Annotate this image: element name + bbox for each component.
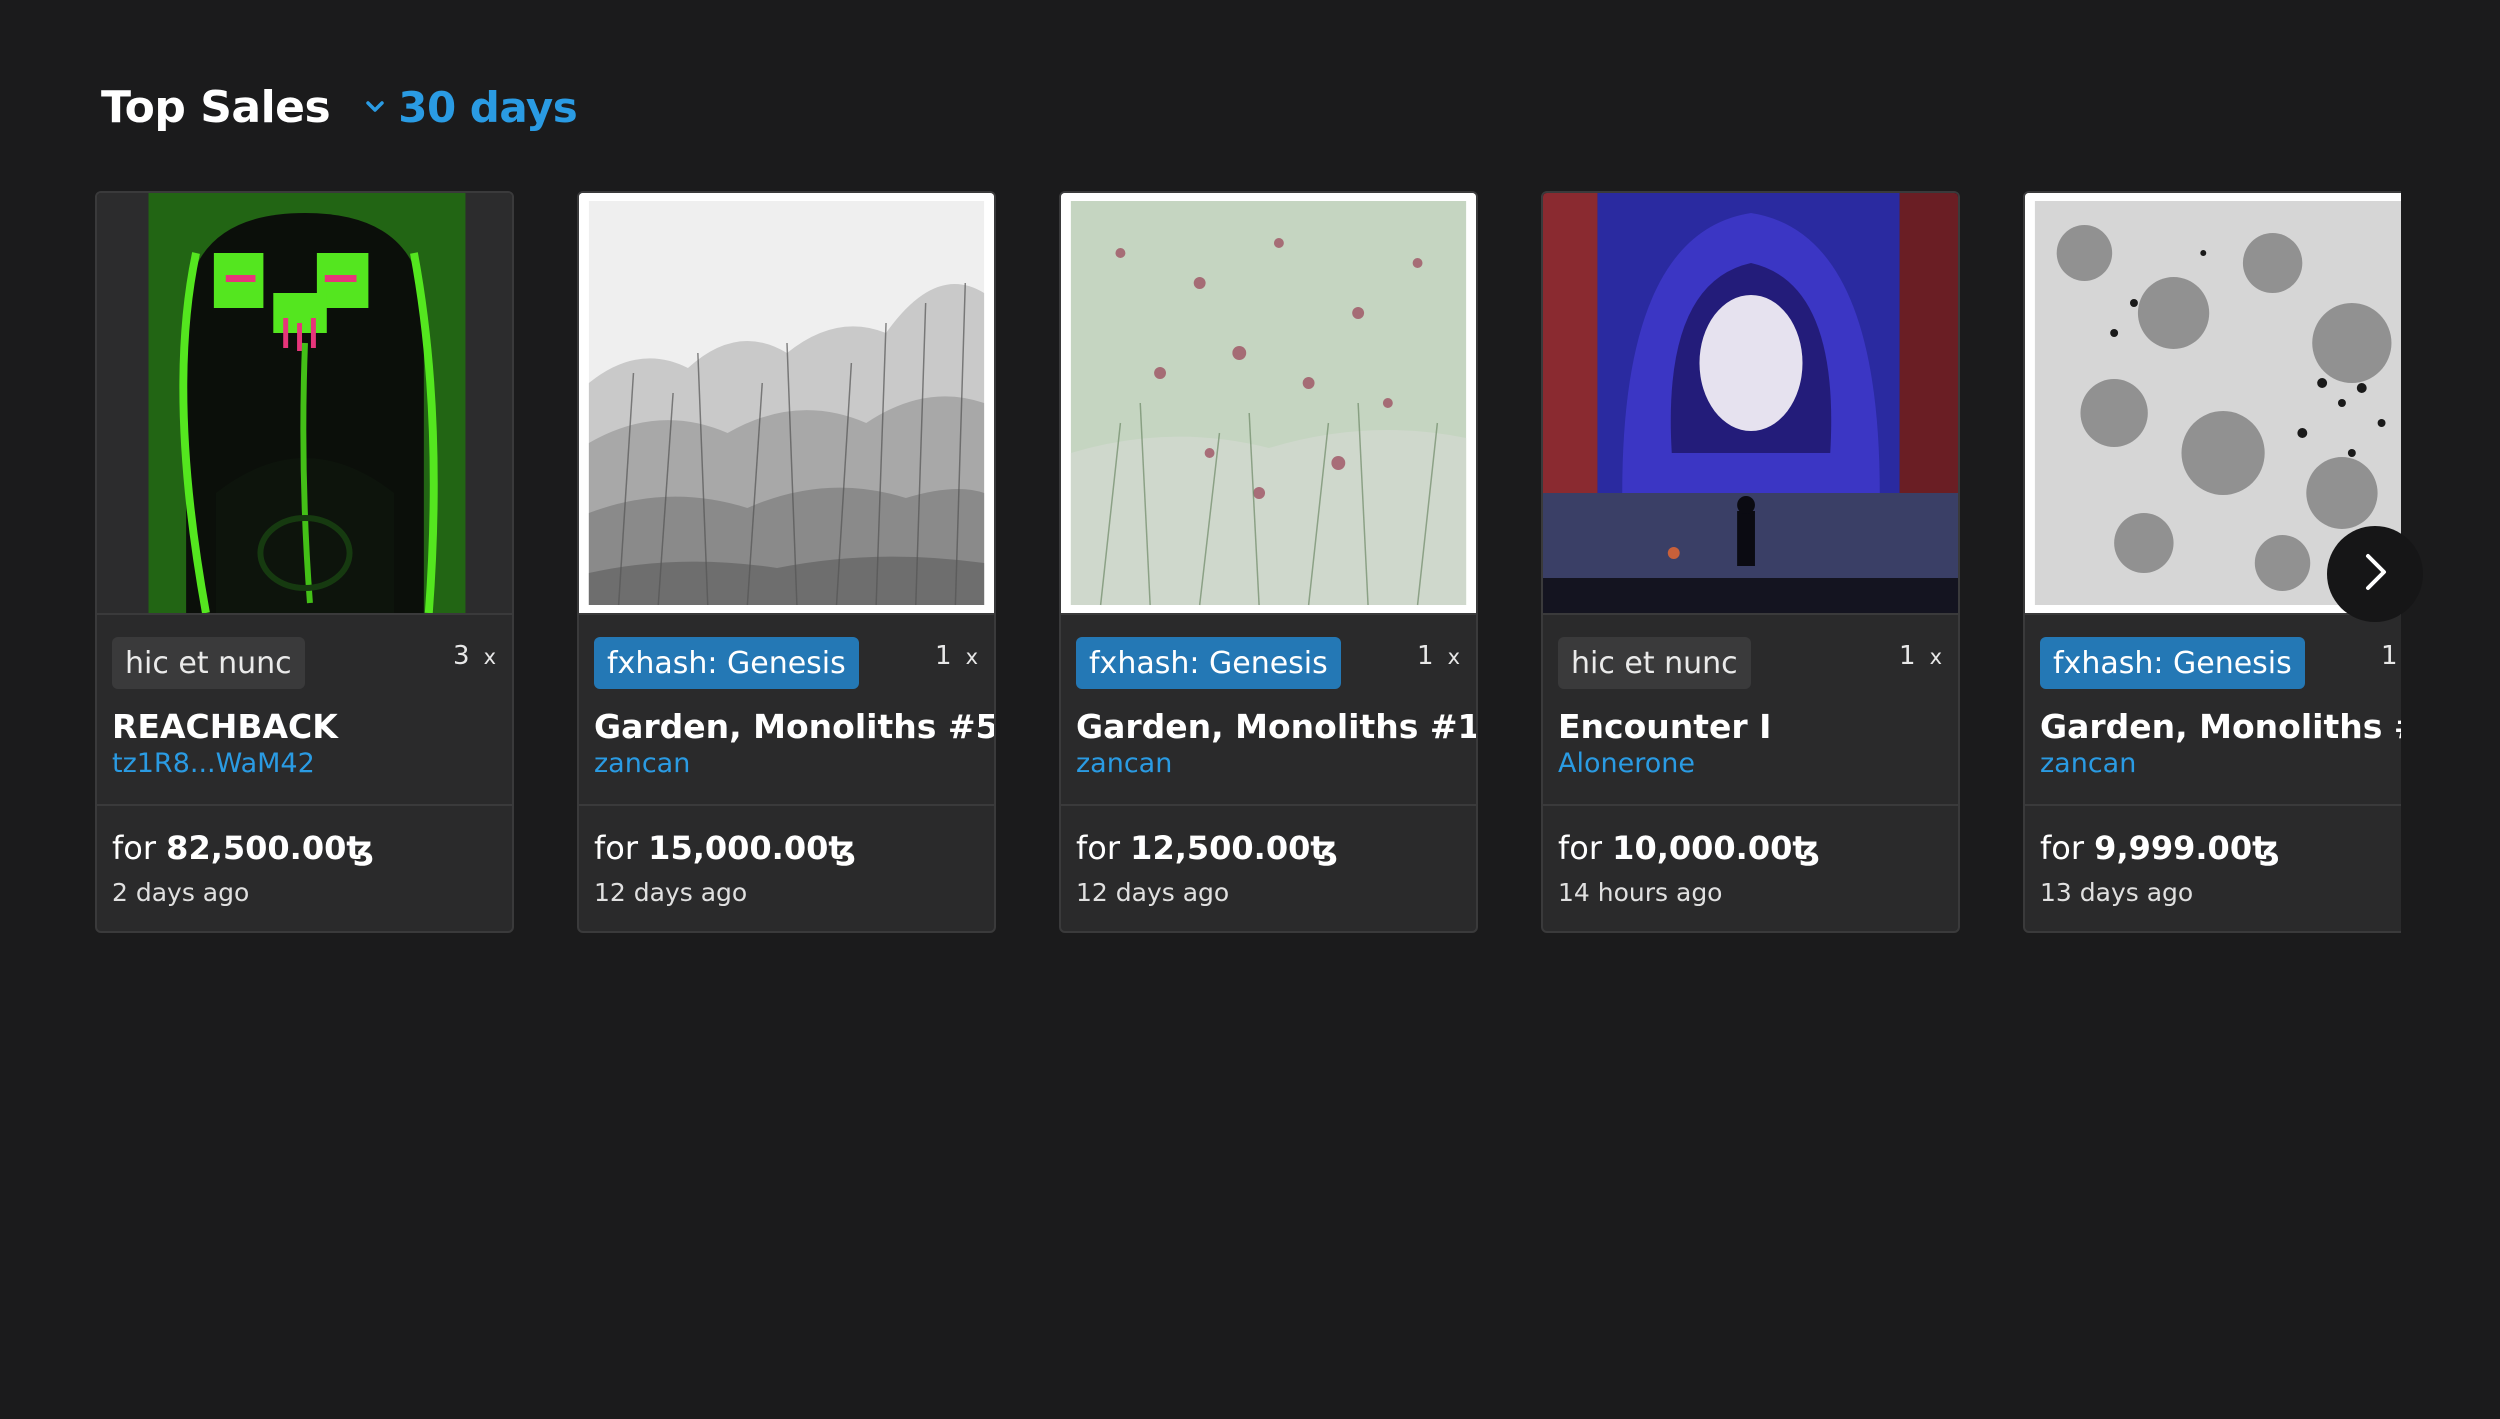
quantity-value: 1 — [1417, 641, 1434, 671]
quantity-suffix: x — [1447, 645, 1460, 669]
card-divider — [2025, 613, 2401, 615]
tez-currency-icon: ꜩ — [1310, 829, 1338, 867]
card-divider — [579, 804, 994, 806]
price-value: 10,000.00 — [1612, 829, 1793, 867]
price-prefix: for — [112, 829, 156, 867]
quantity-value: 1 — [1899, 641, 1916, 671]
edition-quantity: 1x — [1417, 641, 1460, 671]
price-prefix: for — [1558, 829, 1602, 867]
card-divider — [1543, 804, 1958, 806]
marketplace-tag[interactable]: fxhash: Genesis — [2040, 637, 2305, 689]
price-value: 9,999.00 — [2094, 829, 2253, 867]
sale-price: for 10,000.00ꜩ — [1558, 829, 1820, 867]
card-divider — [1543, 613, 1958, 615]
price-value: 82,500.00 — [166, 829, 347, 867]
quantity-suffix: x — [483, 645, 496, 669]
chevron-down-icon — [364, 96, 386, 118]
card-divider — [2025, 804, 2401, 806]
artist-link[interactable]: zancan — [1076, 748, 1172, 779]
card-divider — [97, 804, 512, 806]
top-sales-header: Top Sales 30 days — [101, 72, 578, 142]
edition-quantity: 1x — [935, 641, 978, 671]
sale-price: for 15,000.00ꜩ — [594, 829, 856, 867]
sale-card[interactable]: fxhash: Genesis 1x Garden, Monoliths #19… — [1059, 191, 1478, 933]
card-divider — [97, 613, 512, 615]
artist-link[interactable]: zancan — [594, 748, 690, 779]
quantity-value: 1 — [935, 641, 952, 671]
edition-quantity: 1x — [1899, 641, 1942, 671]
artist-link[interactable]: zancan — [2040, 748, 2136, 779]
edition-quantity: 3x — [453, 641, 496, 671]
sales-carousel: hic et nunc 3x REACHBACK tz1R8...WaM42 f… — [95, 191, 2401, 937]
quantity-suffix: x — [965, 645, 978, 669]
marketplace-tag[interactable]: fxhash: Genesis — [1076, 637, 1341, 689]
edition-quantity: 1x — [2381, 641, 2401, 671]
sale-time: 12 days ago — [1076, 878, 1230, 907]
marketplace-tag[interactable]: fxhash: Genesis — [594, 637, 859, 689]
sale-price: for 12,500.00ꜩ — [1076, 829, 1338, 867]
marketplace-tag[interactable]: hic et nunc — [1558, 637, 1751, 689]
period-selector[interactable]: 30 days — [364, 82, 578, 132]
card-divider — [1061, 613, 1476, 615]
period-label: 30 days — [398, 82, 578, 132]
artist-link[interactable]: tz1R8...WaM42 — [112, 748, 315, 779]
artwork-name[interactable]: Garden, Monoliths #187 — [2040, 707, 2401, 746]
artwork-thumbnail[interactable] — [1061, 193, 1476, 613]
sale-price: for 9,999.00ꜩ — [2040, 829, 2280, 867]
price-prefix: for — [2040, 829, 2084, 867]
quantity-suffix: x — [1929, 645, 1942, 669]
artwork-thumbnail[interactable] — [97, 193, 512, 613]
artwork-thumbnail[interactable] — [1543, 193, 1958, 613]
card-divider — [1061, 804, 1476, 806]
marketplace-tag[interactable]: hic et nunc — [112, 637, 305, 689]
chevron-right-icon — [2355, 552, 2395, 596]
price-prefix: for — [1076, 829, 1120, 867]
quantity-value: 3 — [453, 641, 470, 671]
sale-price: for 82,500.00ꜩ — [112, 829, 374, 867]
tez-currency-icon: ꜩ — [346, 829, 374, 867]
sale-time: 14 hours ago — [1558, 878, 1723, 907]
price-value: 15,000.00 — [648, 829, 829, 867]
artwork-name[interactable]: Garden, Monoliths #196 — [1076, 707, 1476, 746]
top-sales-page: Top Sales 30 days hic et nunc 3 x REACHB… — [0, 0, 2500, 1419]
section-title: Top Sales — [101, 81, 331, 133]
sale-card[interactable]: hic et nunc 3x REACHBACK tz1R8...WaM42 f… — [95, 191, 514, 933]
tez-currency-icon: ꜩ — [1792, 829, 1820, 867]
quantity-value: 1 — [2381, 641, 2398, 671]
artwork-name[interactable]: Encounter I — [1558, 707, 1771, 746]
sale-time: 13 days ago — [2040, 878, 2194, 907]
sale-time: 2 days ago — [112, 878, 250, 907]
artwork-thumbnail[interactable] — [579, 193, 994, 613]
price-value: 12,500.00 — [1130, 829, 1311, 867]
price-prefix: for — [594, 829, 638, 867]
artwork-name[interactable]: REACHBACK — [112, 707, 338, 746]
sale-card[interactable]: fxhash: Genesis 1x Garden, Monoliths #52… — [577, 191, 996, 933]
card-divider — [579, 613, 994, 615]
tez-currency-icon: ꜩ — [2252, 829, 2280, 867]
carousel-next-button[interactable] — [2327, 526, 2423, 622]
sale-card[interactable]: hic et nunc 1x Encounter I Alonerone for… — [1541, 191, 1960, 933]
artwork-name[interactable]: Garden, Monoliths #52 — [594, 707, 994, 746]
sale-time: 12 days ago — [594, 878, 748, 907]
artist-link[interactable]: Alonerone — [1558, 748, 1695, 779]
tez-currency-icon: ꜩ — [828, 829, 856, 867]
